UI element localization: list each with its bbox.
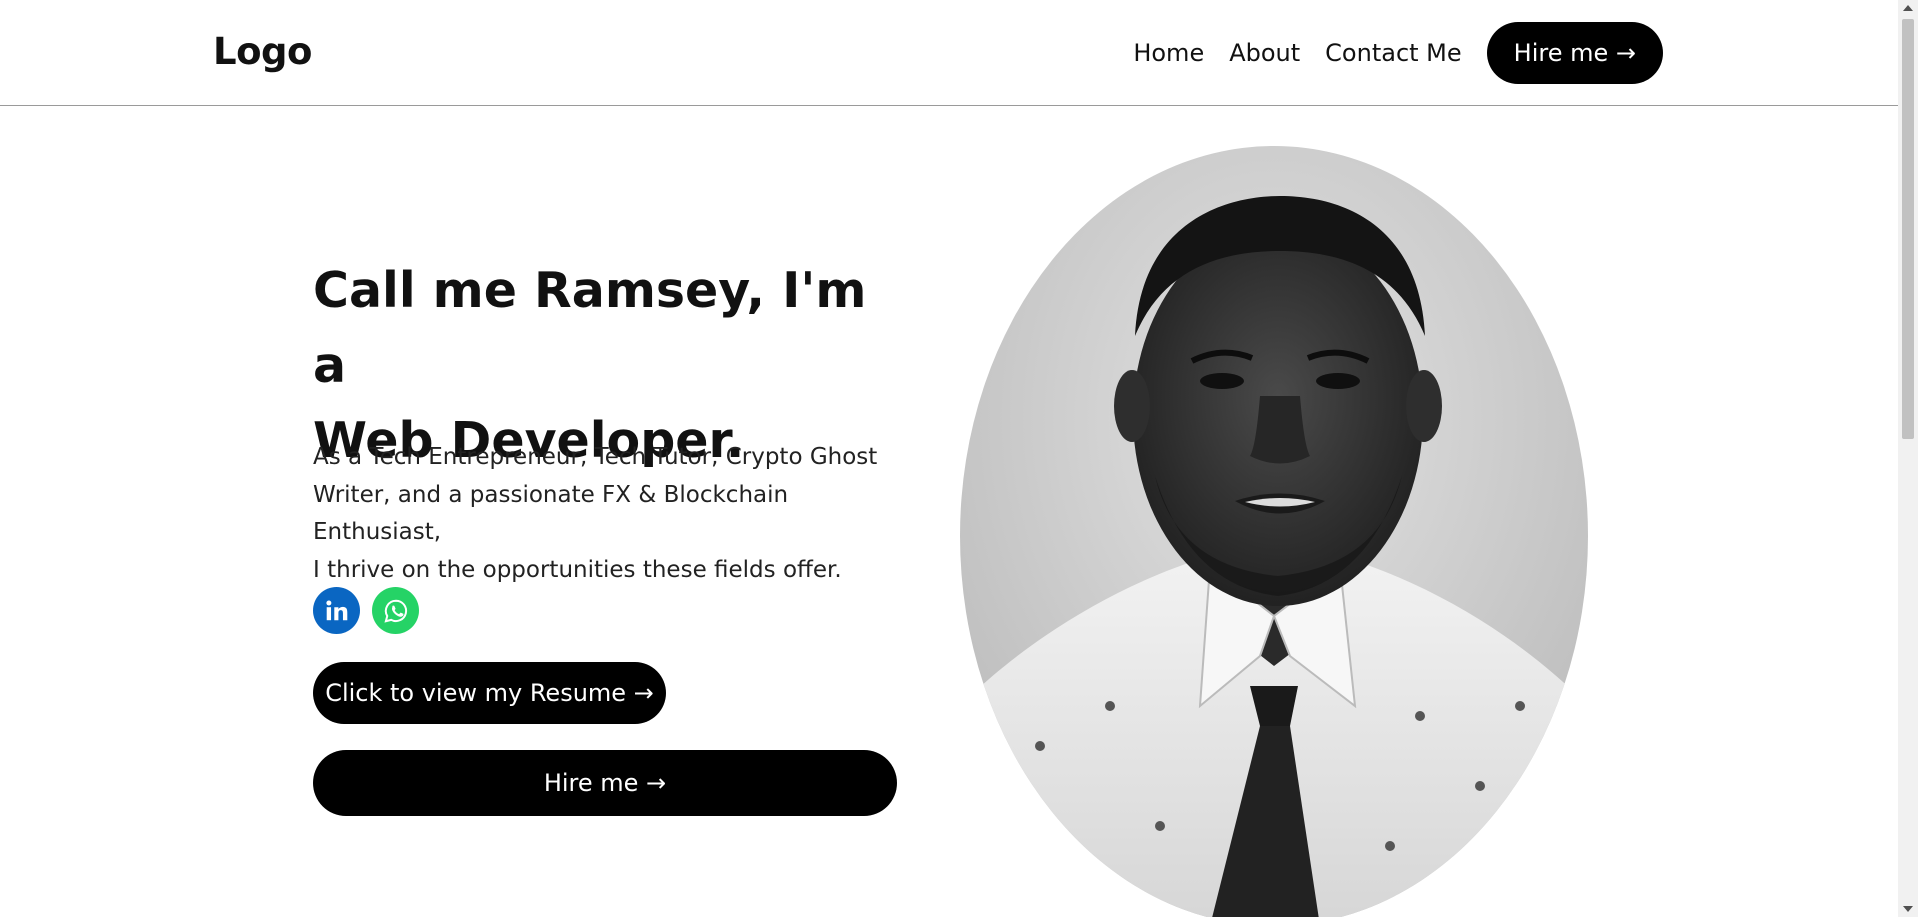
main-nav: Home About Contact Me Hire me → — [1133, 22, 1663, 84]
scrollbar[interactable] — [1898, 0, 1918, 917]
resume-button[interactable]: Click to view my Resume → — [313, 662, 666, 724]
scroll-down-icon[interactable] — [1903, 906, 1913, 912]
scroll-up-icon[interactable] — [1903, 5, 1913, 11]
hero-description: As a Tech Entrepreneur, Tech Tutor, Cryp… — [313, 439, 913, 589]
page: Logo Home About Contact Me Hire me → Cal… — [0, 0, 1918, 917]
header-hire-button[interactable]: Hire me → — [1486, 22, 1663, 84]
hero-hire-button[interactable]: Hire me → — [313, 750, 897, 816]
nav-home[interactable]: Home — [1133, 39, 1204, 67]
hero-title-line1: Call me Ramsey, I'm a — [313, 262, 867, 394]
social-links — [313, 587, 419, 634]
scroll-thumb[interactable] — [1902, 19, 1914, 439]
portrait-photo — [960, 146, 1588, 917]
hero-desc-line3: I thrive on the opportunities these fiel… — [313, 556, 842, 583]
site-header: Logo Home About Contact Me Hire me → — [0, 0, 1898, 106]
hero-desc-line1: As a Tech Entrepreneur, Tech Tutor, Cryp… — [313, 444, 878, 470]
whatsapp-glyph — [383, 599, 407, 623]
whatsapp-icon[interactable] — [372, 587, 419, 634]
linkedin-icon[interactable] — [313, 587, 360, 634]
hero-desc-line2: Writer, and a passionate FX & Blockchain… — [313, 481, 789, 546]
logo[interactable]: Logo — [213, 30, 312, 73]
nav-about[interactable]: About — [1229, 39, 1300, 67]
linkedin-glyph — [325, 599, 347, 620]
nav-contact[interactable]: Contact Me — [1325, 39, 1461, 67]
